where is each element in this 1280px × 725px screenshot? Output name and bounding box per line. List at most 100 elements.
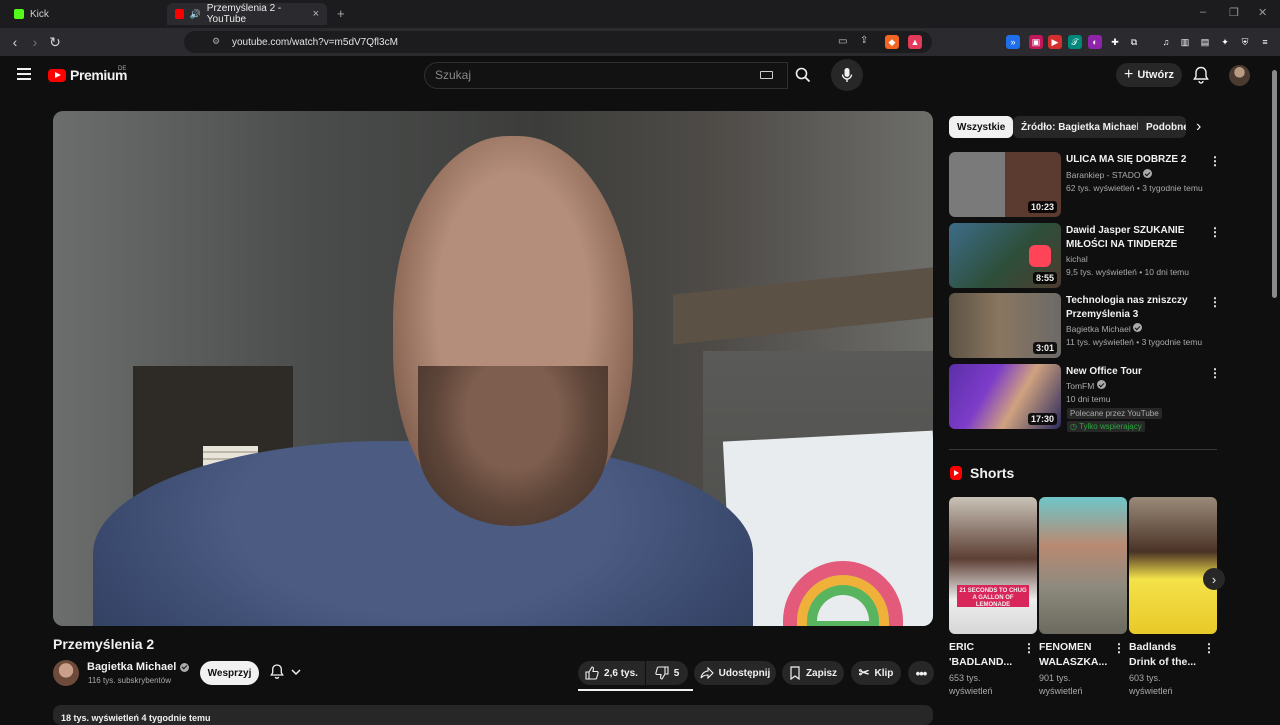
youtube-premium-logo[interactable]: Premium bbox=[48, 67, 128, 83]
members-only-label: Tylko wspierający bbox=[1079, 422, 1142, 431]
site-settings-icon[interactable]: ⚙ bbox=[212, 36, 220, 47]
extension-icon[interactable]: ▣ bbox=[1029, 35, 1043, 49]
address-bar[interactable]: ⚙ youtube.com/watch?v=m5dV7Qfl3cM ▭ ⇪ bbox=[184, 31, 932, 53]
more-vertical-icon[interactable]: ⋮ bbox=[1209, 366, 1221, 380]
video-frame-beam bbox=[673, 267, 933, 345]
share-icon[interactable]: ⇪ bbox=[860, 35, 868, 46]
recommendation-title[interactable]: Technologia nas zniszczy Przemyślenia 3 bbox=[1066, 294, 1196, 322]
extension-icon[interactable]: 𝒯 bbox=[1068, 35, 1082, 49]
bell-ringing-icon bbox=[270, 664, 301, 679]
back-button[interactable]: ‹ bbox=[6, 33, 24, 51]
forward-button[interactable]: › bbox=[26, 33, 44, 51]
short-title[interactable]: Badlands Drink of the... bbox=[1129, 640, 1205, 670]
recommendation-title[interactable]: ULICA MA SIĘ DOBRZE 2 bbox=[1066, 153, 1196, 167]
cast-icon[interactable]: ▭ bbox=[838, 36, 847, 47]
search-button[interactable] bbox=[784, 57, 821, 93]
description-box[interactable]: 18 tys. wyświetleń 4 tygodnie temu bbox=[53, 705, 933, 725]
like-button[interactable]: 2,6 tys. bbox=[578, 661, 645, 685]
short-thumbnail[interactable] bbox=[1039, 497, 1127, 634]
short-item[interactable]: Badlands Drink of the... 603 tys. wyświe… bbox=[1129, 497, 1217, 698]
new-tab-button[interactable]: + bbox=[337, 6, 345, 21]
voice-search-button[interactable] bbox=[831, 59, 863, 91]
recommendation-item[interactable]: 17:30 New Office Tour TomFM 10 dni temu … bbox=[949, 364, 1221, 436]
chips-next-icon[interactable]: › bbox=[1196, 118, 1201, 136]
video-thumbnail[interactable]: 8:55 bbox=[949, 223, 1061, 288]
short-item[interactable]: FENOMEN WALASZKA... 901 tys. wyświetleń … bbox=[1039, 497, 1127, 698]
duration-badge: 8:55 bbox=[1032, 272, 1057, 284]
save-button[interactable]: Zapisz bbox=[782, 661, 844, 685]
sidebar-icon[interactable]: ▥ bbox=[1178, 35, 1192, 49]
video-thumbnail[interactable]: 3:01 bbox=[949, 293, 1061, 358]
browser-toolbar: ‹ › ↻ ⌑ ⚙ youtube.com/watch?v=m5dV7Qfl3c… bbox=[0, 28, 1280, 56]
channel-avatar[interactable] bbox=[53, 660, 79, 686]
dislike-button[interactable]: 5 bbox=[646, 661, 688, 685]
clip-button[interactable]: ✂ Klip bbox=[851, 661, 901, 685]
extension-icon[interactable]: ◐ bbox=[1088, 35, 1102, 49]
subscription-bell-button[interactable] bbox=[268, 662, 302, 685]
notifications-button[interactable] bbox=[1193, 66, 1209, 89]
page-scrollbar[interactable] bbox=[1272, 70, 1277, 298]
chip-all[interactable]: Wszystkie bbox=[949, 116, 1014, 138]
keyboard-icon[interactable] bbox=[760, 71, 773, 79]
video-player[interactable] bbox=[53, 111, 933, 626]
tab-kick[interactable]: Kick bbox=[6, 3, 166, 25]
tab-label: Przemyślenia 2 - YouTube bbox=[206, 3, 282, 25]
more-vertical-icon[interactable]: ⋮ bbox=[1209, 154, 1221, 168]
video-thumbnail[interactable]: 17:30 bbox=[949, 364, 1061, 429]
menu-icon[interactable]: ≡ bbox=[1258, 35, 1272, 49]
brave-shields-icon[interactable]: ◆ bbox=[885, 35, 899, 49]
short-views: 901 tys. wyświetleń bbox=[1039, 673, 1083, 696]
short-title[interactable]: ERIC 'BADLAND... bbox=[949, 640, 1025, 670]
channel-name[interactable]: Bagietka Michael bbox=[87, 661, 176, 673]
tab-youtube[interactable]: 🔊 Przemyślenia 2 - YouTube × bbox=[167, 3, 327, 25]
extensions-puzzle-icon[interactable]: ✚ bbox=[1108, 35, 1122, 49]
user-avatar[interactable] bbox=[1229, 65, 1250, 86]
minimize-button[interactable]: – bbox=[1200, 6, 1206, 18]
more-vertical-icon[interactable]: ⋮ bbox=[1209, 295, 1221, 309]
divider bbox=[949, 449, 1217, 450]
more-vertical-icon[interactable]: ⋮ bbox=[1209, 225, 1221, 239]
hamburger-menu-icon[interactable] bbox=[17, 68, 31, 80]
recommendation-item[interactable]: 10:23 ULICA MA SIĘ DOBRZE 2 Barankiep - … bbox=[949, 152, 1221, 218]
chip-from-channel[interactable]: Źródło: Bagietka Michael bbox=[1013, 116, 1148, 138]
microphone-icon bbox=[841, 68, 853, 82]
short-title[interactable]: FENOMEN WALASZKA... bbox=[1039, 640, 1115, 670]
reload-icon[interactable]: ↻ bbox=[46, 33, 64, 51]
more-vertical-icon[interactable]: ⋮ bbox=[1113, 641, 1125, 655]
more-vertical-icon[interactable]: ⋮ bbox=[1203, 641, 1215, 655]
recommendation-channel[interactable]: kichal bbox=[1066, 253, 1088, 266]
video-thumbnail[interactable]: 10:23 bbox=[949, 152, 1061, 217]
channel-name: Barankiep - STADO bbox=[1066, 170, 1141, 180]
recommendation-item[interactable]: 8:55 Dawid Jasper SZUKANIE MIŁOŚCI NA TI… bbox=[949, 223, 1221, 289]
channel-name-row[interactable]: Bagietka Michael bbox=[87, 661, 190, 673]
brave-rewards-icon[interactable]: ▲ bbox=[908, 35, 922, 49]
short-thumbnail[interactable] bbox=[1129, 497, 1217, 634]
create-button[interactable]: + Utwórz bbox=[1116, 63, 1182, 87]
shorts-next-button[interactable]: › bbox=[1203, 568, 1225, 590]
leo-ai-icon[interactable]: ✦ bbox=[1218, 35, 1232, 49]
short-item[interactable]: 21 SECONDS TO CHUG A GALLON OF LEMONADE … bbox=[949, 497, 1037, 698]
extension-icon[interactable]: » bbox=[1006, 35, 1020, 49]
screenshot-icon[interactable]: ⧉ bbox=[1127, 35, 1141, 49]
more-actions-button[interactable]: ••• bbox=[908, 661, 934, 685]
close-window-button[interactable]: ✕ bbox=[1258, 6, 1267, 19]
chip-related[interactable]: Podobne bbox=[1138, 116, 1186, 138]
more-vertical-icon[interactable]: ⋮ bbox=[1023, 641, 1035, 655]
vpn-icon[interactable]: ⛨ bbox=[1238, 35, 1252, 49]
recommendation-title[interactable]: New Office Tour bbox=[1066, 365, 1196, 379]
recommendation-title[interactable]: Dawid Jasper SZUKANIE MIŁOŚCI NA TINDERZ… bbox=[1066, 224, 1196, 252]
media-icon[interactable]: ♫ bbox=[1159, 35, 1173, 49]
extension-icon[interactable]: ▶ bbox=[1048, 35, 1062, 49]
recommendation-channel[interactable]: TomFM bbox=[1066, 380, 1106, 393]
short-thumbnail[interactable]: 21 SECONDS TO CHUG A GALLON OF LEMONADE bbox=[949, 497, 1037, 634]
search-input[interactable]: Szukaj bbox=[424, 62, 788, 89]
maximize-button[interactable]: ❐ bbox=[1229, 6, 1239, 19]
recommendation-channel[interactable]: Bagietka Michael bbox=[1066, 323, 1143, 336]
recommendation-channel[interactable]: Barankiep - STADO bbox=[1066, 169, 1152, 182]
wallet-icon[interactable]: ▤ bbox=[1198, 35, 1212, 49]
share-button[interactable]: Udostępnij bbox=[694, 661, 776, 685]
recommendation-item[interactable]: 3:01 Technologia nas zniszczy Przemyślen… bbox=[949, 293, 1221, 359]
shorts-icon bbox=[950, 466, 962, 480]
support-button[interactable]: Wesprzyj bbox=[200, 661, 259, 685]
close-tab-icon[interactable]: × bbox=[313, 8, 319, 20]
